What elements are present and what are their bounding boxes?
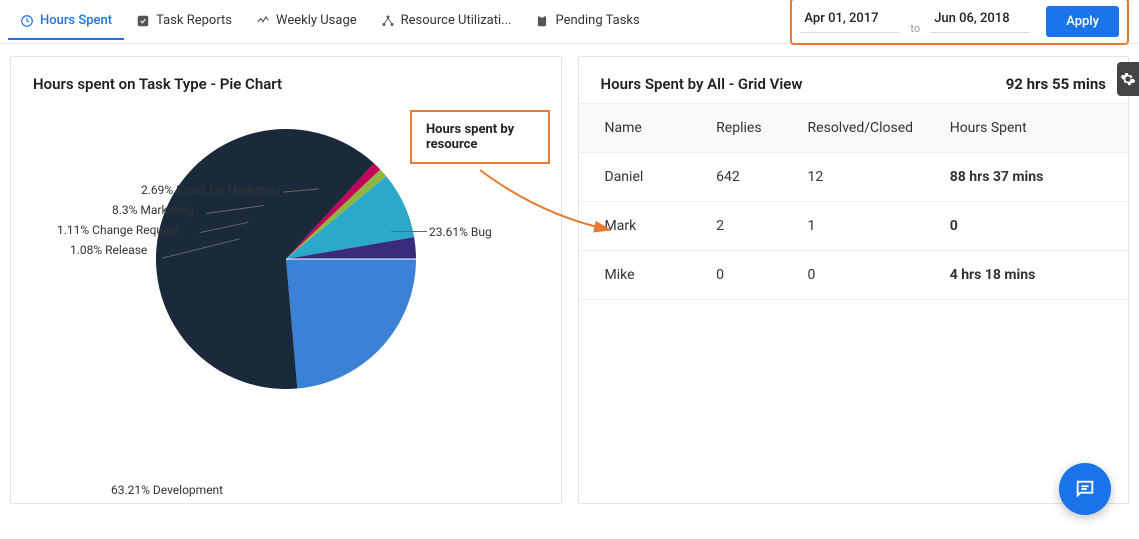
grid-card-title: Hours Spent by All - Grid View (601, 75, 803, 93)
tab-label: Weekly Usage (276, 13, 357, 28)
tab-label: Pending Tasks (555, 13, 639, 28)
col-resolved: Resolved/Closed (808, 120, 950, 136)
cell-replies: 0 (716, 267, 807, 283)
report-tabs: Hours Spent Task Reports Weekly Usage Re… (8, 3, 652, 40)
date-to-value: Jun 06, 2018 (930, 11, 1013, 26)
check-badge-icon (136, 14, 150, 28)
grid-total-hours: 92 hrs 55 mins (1006, 75, 1106, 93)
pie-label-change-request: 1.11% Change Request (57, 223, 180, 237)
cell-name: Mike (605, 267, 717, 283)
date-from[interactable]: Apr 01, 2017 (800, 11, 900, 33)
main-panels: Hours spent on Task Type - Pie Chart (0, 44, 1139, 516)
tab-resource-utilization[interactable]: Resource Utilizati... (369, 3, 524, 40)
tab-label: Hours Spent (40, 13, 112, 28)
apply-button[interactable]: Apply (1046, 6, 1119, 37)
pie-label-email-marketing: 2.69% Email for Marketing (141, 183, 281, 197)
chat-icon (1074, 478, 1096, 500)
trend-icon (256, 14, 270, 28)
cell-hours: 0 (950, 218, 1102, 234)
col-replies: Replies (716, 120, 807, 136)
tab-label: Task Reports (156, 13, 232, 28)
top-bar: Hours Spent Task Reports Weekly Usage Re… (0, 0, 1139, 44)
pie-card-title: Hours spent on Task Type - Pie Chart (11, 57, 561, 103)
pie-label-marketing: 8.3% Marketing (112, 203, 194, 217)
settings-gear-tab[interactable] (1117, 62, 1139, 96)
cell-resolved: 0 (808, 267, 950, 283)
tab-weekly-usage[interactable]: Weekly Usage (244, 3, 369, 40)
tab-task-reports[interactable]: Task Reports (124, 3, 244, 40)
annotation-callout: Hours spent by resource (410, 110, 550, 164)
share-icon (381, 14, 395, 28)
grid-header: Name Replies Resolved/Closed Hours Spent (579, 103, 1129, 153)
clipboard-icon (535, 14, 549, 28)
table-row[interactable]: Mark 2 1 0 (579, 202, 1129, 251)
tab-pending-tasks[interactable]: Pending Tasks (523, 3, 651, 40)
cell-hours: 88 hrs 37 mins (950, 169, 1102, 185)
tab-label: Resource Utilizati... (401, 13, 512, 28)
date-to[interactable]: Jun 06, 2018 (930, 11, 1030, 33)
cell-replies: 2 (716, 218, 807, 234)
grid-view-card: Hours Spent by All - Grid View 92 hrs 55… (578, 56, 1130, 504)
cell-resolved: 1 (808, 218, 950, 234)
cell-resolved: 12 (808, 169, 950, 185)
pie-label-bug: 23.61% Bug (429, 225, 492, 239)
clock-icon (20, 14, 34, 28)
cell-replies: 642 (716, 169, 807, 185)
tab-hours-spent[interactable]: Hours Spent (8, 3, 124, 40)
gear-icon (1120, 71, 1136, 87)
cell-hours: 4 hrs 18 mins (950, 267, 1102, 283)
cell-name: Daniel (605, 169, 717, 185)
cell-name: Mark (605, 218, 717, 234)
chat-fab[interactable] (1059, 463, 1111, 515)
col-name: Name (605, 120, 717, 136)
pie-chart (156, 129, 416, 389)
pie-label-release: 1.08% Release (70, 243, 147, 257)
col-hours: Hours Spent (950, 120, 1102, 136)
date-from-value: Apr 01, 2017 (800, 11, 882, 26)
date-to-label: to (900, 22, 930, 35)
pie-label-development: 63.21% Development (111, 483, 223, 497)
table-row[interactable]: Daniel 642 12 88 hrs 37 mins (579, 153, 1129, 202)
table-row[interactable]: Mike 0 0 4 hrs 18 mins (579, 251, 1129, 300)
date-range-picker: Apr 01, 2017 to Jun 06, 2018 Apply (790, 0, 1129, 45)
